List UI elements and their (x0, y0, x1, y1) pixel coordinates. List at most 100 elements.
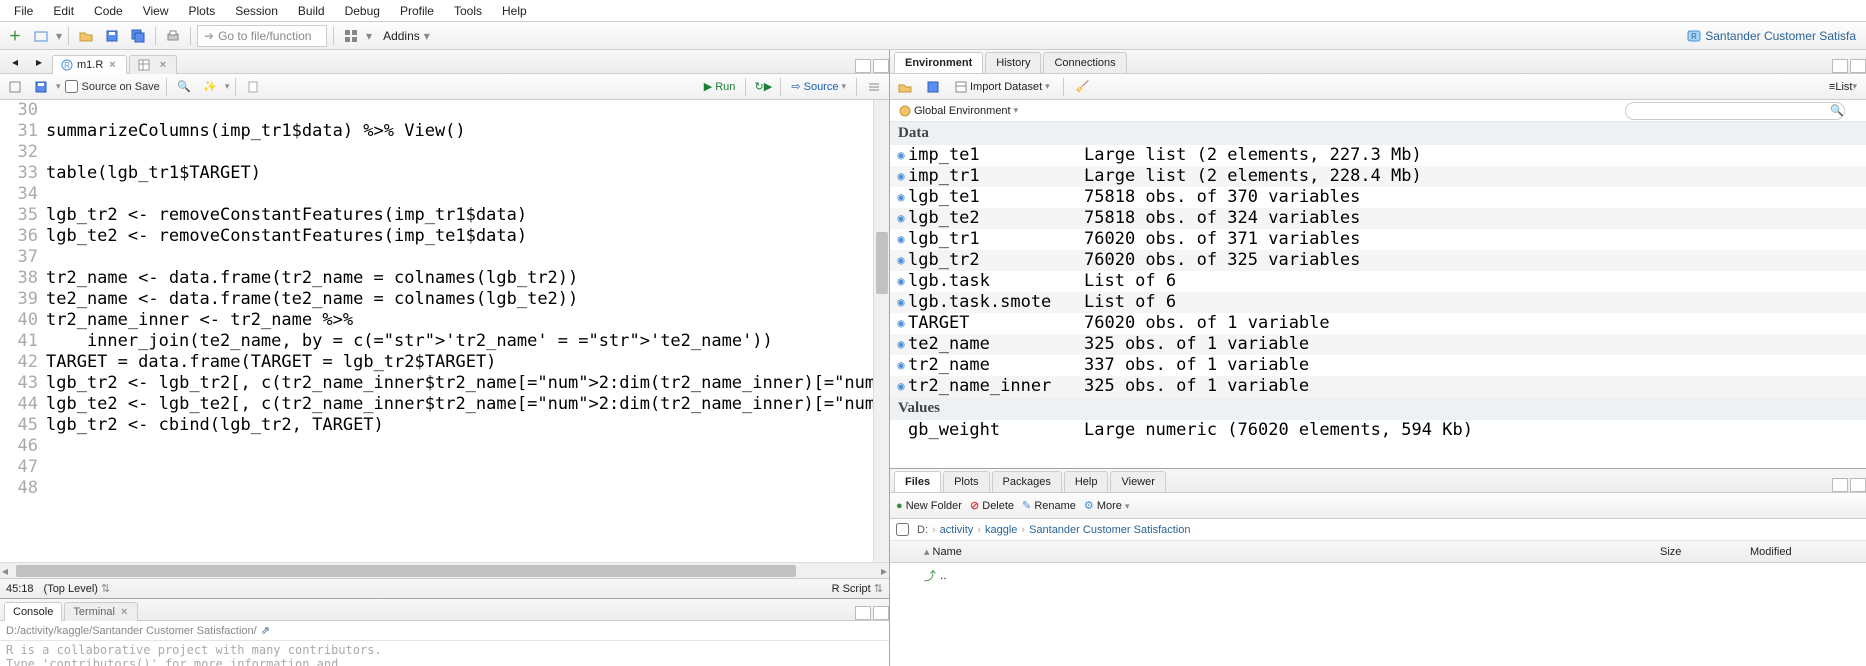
expand-icon[interactable]: ◉ (894, 334, 908, 355)
env-row[interactable]: ◉imp_tr1Large list (2 elements, 228.4 Mb… (890, 166, 1866, 187)
crumb-item[interactable]: kaggle (985, 524, 1017, 536)
env-row[interactable]: ◉lgb.taskList of 6 (890, 271, 1866, 292)
minimize-pane-icon[interactable] (1832, 478, 1848, 492)
tab-plots[interactable]: Plots (943, 471, 989, 492)
expand-icon[interactable]: ◉ (894, 292, 908, 313)
console-body[interactable]: R is a collaborative project with many c… (0, 641, 889, 666)
new-project-button[interactable] (30, 25, 52, 47)
menu-edit[interactable]: Edit (43, 2, 84, 20)
expand-icon[interactable]: ◉ (894, 187, 908, 208)
tab-help[interactable]: Help (1064, 471, 1109, 492)
maximize-pane-icon[interactable] (1850, 478, 1866, 492)
more-button[interactable]: ⚙ More ▾ (1084, 499, 1130, 512)
tab-packages[interactable]: Packages (992, 471, 1062, 492)
tab-environment[interactable]: Environment (894, 52, 983, 73)
load-workspace-icon[interactable] (894, 76, 916, 98)
new-file-button[interactable]: ＋ (4, 25, 26, 47)
env-row[interactable]: ◉TARGET76020 obs. of 1 variable (890, 313, 1866, 334)
crumb-item[interactable]: activity (940, 524, 974, 536)
import-dataset-button[interactable]: Import Dataset ▾ (950, 76, 1055, 98)
save-all-button[interactable] (127, 25, 149, 47)
tab-history[interactable]: History (985, 52, 1041, 73)
browse-dir-icon[interactable]: ⇗ (261, 624, 270, 637)
report-icon[interactable] (242, 76, 264, 98)
lang-selector[interactable]: R Script ⇅ (832, 582, 883, 595)
addins-dropdown[interactable]: Addins ▾ (376, 25, 437, 47)
goto-file-input[interactable]: ➜ Go to file/function (197, 25, 327, 47)
env-row[interactable]: ◉lgb.task.smoteList of 6 (890, 292, 1866, 313)
run-button[interactable]: ▶ Run (700, 80, 740, 93)
menu-profile[interactable]: Profile (390, 2, 444, 20)
env-list[interactable]: Data◉imp_te1Large list (2 elements, 227.… (890, 122, 1866, 468)
find-icon[interactable]: 🔍 (173, 76, 195, 98)
maximize-pane-icon[interactable] (873, 59, 889, 73)
tab-viewer[interactable]: Viewer (1110, 471, 1165, 492)
expand-icon[interactable]: ◉ (894, 355, 908, 376)
select-all-checkbox[interactable] (896, 523, 909, 536)
crumb-drive[interactable]: D: (917, 524, 928, 536)
tab-connections[interactable]: Connections (1043, 52, 1126, 73)
clear-workspace-icon[interactable]: 🧹 (1072, 76, 1094, 98)
env-row[interactable]: ◉tr2_name337 obs. of 1 variable (890, 355, 1866, 376)
files-body[interactable]: ⤴ .. (890, 563, 1866, 666)
close-tab-icon[interactable]: × (119, 606, 129, 618)
save-source-button[interactable] (30, 76, 52, 98)
menu-debug[interactable]: Debug (335, 2, 390, 20)
col-name[interactable]: ▴ Name (924, 545, 1660, 558)
tab-terminal[interactable]: Terminal× (64, 602, 138, 621)
expand-icon[interactable]: ◉ (894, 271, 908, 292)
popout-icon[interactable] (4, 76, 26, 98)
tab-files[interactable]: Files (894, 471, 941, 492)
outline-icon[interactable] (863, 76, 885, 98)
env-row[interactable]: gb_weightLarge numeric (76020 elements, … (890, 420, 1866, 441)
maximize-pane-icon[interactable] (873, 606, 889, 620)
expand-icon[interactable]: ◉ (894, 145, 908, 166)
file-row-up[interactable]: ⤴ .. (896, 565, 1860, 585)
env-row[interactable]: ◉tr2_name_inner325 obs. of 1 variable (890, 376, 1866, 397)
menu-build[interactable]: Build (288, 2, 335, 20)
code-editor[interactable]: 30313233343536373839404142434445464748 s… (0, 100, 889, 562)
menu-file[interactable]: File (4, 2, 43, 20)
wand-icon[interactable]: ✨ (199, 76, 221, 98)
code-body[interactable]: summarizeColumns(imp_tr1$data) %>% View(… (46, 100, 889, 562)
grid-button[interactable] (340, 25, 362, 47)
new-folder-button[interactable]: ● New Folder (896, 500, 962, 512)
env-row[interactable]: ◉lgb_tr176020 obs. of 371 variables (890, 229, 1866, 250)
source-nav-fwd[interactable]: ▸ (28, 51, 50, 73)
env-row[interactable]: ◉lgb_te275818 obs. of 324 variables (890, 208, 1866, 229)
list-view-button[interactable]: ≡ List ▾ (1824, 76, 1862, 98)
source-on-save-checkbox[interactable]: Source on Save (65, 80, 160, 93)
save-workspace-icon[interactable] (922, 76, 944, 98)
expand-icon[interactable]: ◉ (894, 313, 908, 334)
tab-console[interactable]: Console (4, 602, 62, 621)
expand-icon[interactable]: ◉ (894, 229, 908, 250)
close-tab-icon[interactable]: × (107, 59, 117, 71)
minimize-pane-icon[interactable] (855, 59, 871, 73)
menu-plots[interactable]: Plots (179, 2, 226, 20)
vertical-scrollbar[interactable] (873, 100, 889, 562)
expand-icon[interactable]: ◉ (894, 250, 908, 271)
col-modified[interactable]: Modified (1750, 546, 1860, 558)
save-button[interactable] (101, 25, 123, 47)
minimize-pane-icon[interactable] (1832, 59, 1848, 73)
source-button[interactable]: ⇨ Source ▾ (787, 80, 850, 93)
menu-session[interactable]: Session (225, 2, 288, 20)
project-selector[interactable]: R Santander Customer Satisfa (1681, 29, 1862, 43)
close-tab-icon[interactable]: × (158, 59, 168, 71)
scope-selector[interactable]: (Top Level) ⇅ (44, 582, 111, 595)
source-nav-back[interactable]: ◂ (4, 51, 26, 73)
expand-icon[interactable]: ◉ (894, 166, 908, 187)
rename-button[interactable]: ✎ Rename (1022, 499, 1076, 512)
env-search[interactable]: 🔍 (1625, 102, 1862, 120)
menu-view[interactable]: View (133, 2, 179, 20)
crumb-item[interactable]: Santander Customer Satisfaction (1029, 524, 1190, 536)
menu-help[interactable]: Help (492, 2, 537, 20)
print-button[interactable] (162, 25, 184, 47)
tab-m1r[interactable]: R m1.R × (52, 55, 127, 74)
env-row[interactable]: ◉lgb_tr276020 obs. of 325 variables (890, 250, 1866, 271)
env-row[interactable]: ◉te2_name325 obs. of 1 variable (890, 334, 1866, 355)
env-scope-dropdown[interactable]: Global Environment ▾ (894, 100, 1023, 122)
rerun-icon[interactable]: ↻▶ (752, 76, 774, 98)
minimize-pane-icon[interactable] (855, 606, 871, 620)
menu-tools[interactable]: Tools (444, 2, 492, 20)
